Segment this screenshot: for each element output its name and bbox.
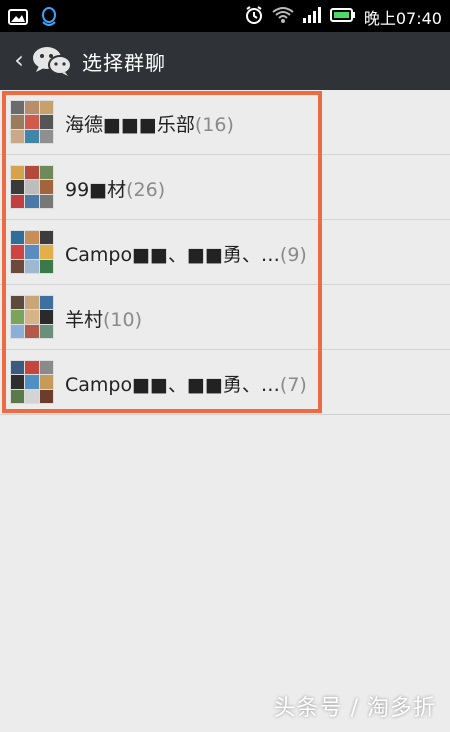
group-item[interactable]: 99■材(26) xyxy=(0,155,450,220)
back-icon: ‹ xyxy=(14,46,24,74)
back-button[interactable]: ‹ xyxy=(6,44,32,76)
qq-icon xyxy=(40,6,58,32)
group-avatar xyxy=(10,230,54,274)
battery-icon xyxy=(329,7,356,27)
alarm-icon xyxy=(244,5,264,29)
signal-icon xyxy=(302,6,322,28)
watermark: 头条号 / 淘多折 xyxy=(273,696,436,721)
group-avatar xyxy=(10,360,54,404)
group-item[interactable]: Campo■■、■■勇、…(7) xyxy=(0,350,450,415)
group-count: (16) xyxy=(194,114,234,136)
group-name: Campo■■、■■勇、… xyxy=(65,244,280,266)
group-name: 99■材 xyxy=(65,179,127,201)
nav-bar: ‹ 选择群聊 xyxy=(0,32,450,90)
group-name: 羊村 xyxy=(65,309,104,331)
group-avatar xyxy=(10,100,54,144)
status-left xyxy=(8,6,58,32)
group-count: (7) xyxy=(279,374,307,396)
group-item[interactable]: 羊村(10) xyxy=(0,285,450,350)
wifi-icon xyxy=(272,6,294,28)
group-item[interactable]: 海德■■■乐部(16) xyxy=(0,90,450,155)
group-avatar xyxy=(10,295,54,339)
image-icon xyxy=(8,8,28,30)
status-right: 晚上07:40 xyxy=(244,5,442,29)
group-avatar xyxy=(10,165,54,209)
group-count: (26) xyxy=(126,179,166,201)
status-bar: 晚上07:40 xyxy=(0,0,450,32)
group-list: 海德■■■乐部(16) 99■材(26) Campo■■、■■勇、…(9) 羊村… xyxy=(0,90,450,415)
group-count: (9) xyxy=(279,244,307,266)
page-title: 选择群聊 xyxy=(82,51,166,75)
status-time: 晚上07:40 xyxy=(363,9,442,28)
group-name: Campo■■、■■勇、… xyxy=(65,374,280,396)
group-count: (10) xyxy=(103,309,143,331)
group-name: 海德■■■乐部 xyxy=(65,114,195,136)
wechat-icon xyxy=(31,45,73,77)
group-item[interactable]: Campo■■、■■勇、…(9) xyxy=(0,220,450,285)
group-list-area: 海德■■■乐部(16) 99■材(26) Campo■■、■■勇、…(9) 羊村… xyxy=(0,90,450,732)
